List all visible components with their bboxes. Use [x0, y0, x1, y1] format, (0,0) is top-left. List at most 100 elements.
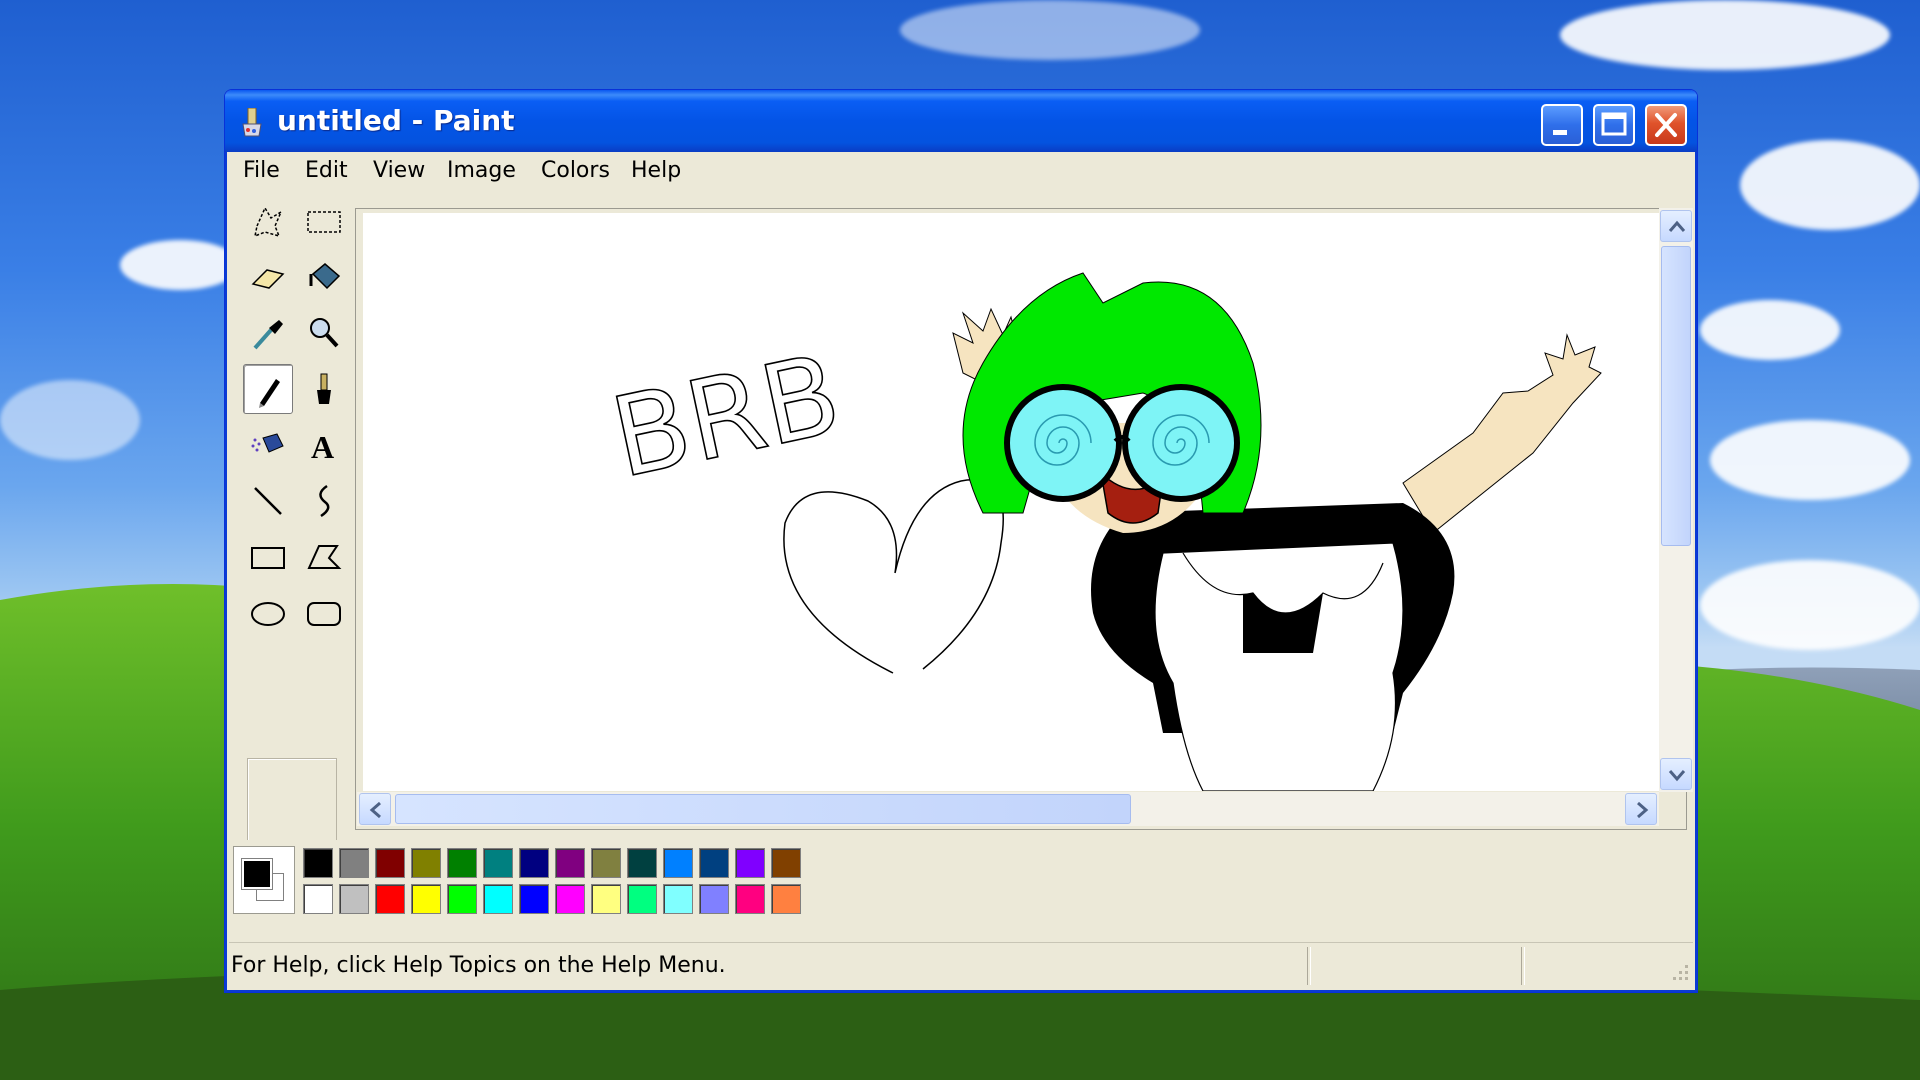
tool-rectangle[interactable] [243, 532, 293, 582]
scroll-left-button[interactable] [359, 793, 391, 825]
tool-eraser[interactable] [243, 252, 293, 302]
chevron-right-icon [1637, 801, 1649, 819]
palette-swatch[interactable] [699, 884, 729, 914]
palette-swatch[interactable] [591, 884, 621, 914]
palette-swatch[interactable] [447, 884, 477, 914]
chevron-up-icon [1668, 220, 1686, 232]
status-divider [1307, 947, 1311, 985]
menu-file[interactable]: File [243, 158, 280, 183]
free-form-select-icon [253, 206, 283, 238]
rectangle-icon [251, 547, 285, 569]
menu-bar: File Edit View Image Colors Help [229, 152, 1693, 188]
tool-ellipse[interactable] [243, 588, 293, 638]
palette-swatch[interactable] [555, 848, 585, 878]
tool-polygon[interactable] [299, 532, 349, 582]
minimize-button[interactable] [1541, 104, 1583, 146]
vertical-scroll-thumb[interactable] [1661, 246, 1691, 546]
horizontal-scroll-thumb[interactable] [395, 794, 1131, 824]
cloud [120, 240, 240, 290]
vertical-scrollbar[interactable] [1659, 208, 1693, 792]
close-button[interactable] [1645, 104, 1687, 146]
palette-swatch[interactable] [411, 884, 441, 914]
minimize-icon [1553, 130, 1567, 135]
palette-swatch[interactable] [339, 848, 369, 878]
rectangle-select-icon [307, 211, 341, 233]
foreground-color-swatch[interactable] [241, 858, 273, 890]
cloud [1710, 420, 1910, 500]
tool-fill[interactable] [299, 252, 349, 302]
palette-swatch[interactable] [699, 848, 729, 878]
polygon-icon [307, 545, 342, 569]
chevron-down-icon [1668, 770, 1686, 782]
drawing-canvas[interactable]: BRB [363, 213, 1659, 791]
close-icon [1655, 113, 1677, 137]
chevron-left-icon [369, 801, 381, 819]
canvas-drawing: BRB [601, 272, 1602, 791]
palette-swatch[interactable] [483, 884, 513, 914]
palette-swatch[interactable] [375, 848, 405, 878]
palette-swatch[interactable] [303, 848, 333, 878]
maximize-icon [1601, 112, 1627, 136]
menu-image[interactable]: Image [447, 158, 516, 183]
tool-text[interactable]: A [299, 420, 349, 470]
fill-bucket-icon [309, 263, 341, 290]
tool-rounded-rectangle[interactable] [299, 588, 349, 638]
paint-brush-icon [242, 108, 262, 137]
tool-free-form-select[interactable] [243, 196, 293, 246]
menu-view[interactable]: View [373, 158, 425, 183]
menu-colors[interactable]: Colors [541, 158, 610, 183]
palette-swatch[interactable] [663, 848, 693, 878]
cloud [1700, 300, 1840, 360]
palette-swatch[interactable] [627, 884, 657, 914]
palette-swatch[interactable] [663, 884, 693, 914]
palette-swatch[interactable] [519, 884, 549, 914]
palette-swatch[interactable] [411, 848, 441, 878]
tool-pick-color[interactable] [243, 308, 293, 358]
menu-edit[interactable]: Edit [305, 158, 348, 183]
tool-line[interactable] [243, 476, 293, 526]
palette-swatch[interactable] [375, 884, 405, 914]
tool-pencil[interactable] [243, 364, 293, 414]
palette-swatch[interactable] [771, 884, 801, 914]
palette-swatch[interactable] [339, 884, 369, 914]
rounded-rectangle-icon [307, 602, 341, 626]
current-colors[interactable] [233, 846, 295, 914]
palette-swatch[interactable] [447, 848, 477, 878]
palette-swatch[interactable] [771, 848, 801, 878]
palette-swatch[interactable] [735, 884, 765, 914]
tool-brush[interactable] [299, 364, 349, 414]
menu-help[interactable]: Help [631, 158, 681, 183]
ellipse-icon [251, 602, 285, 626]
line-icon [254, 487, 282, 515]
resize-grip-icon[interactable] [1669, 961, 1691, 983]
scroll-right-button[interactable] [1625, 793, 1657, 825]
tool-magnifier[interactable] [299, 308, 349, 358]
palette-swatch[interactable] [303, 884, 333, 914]
title-bar[interactable]: untitled - Paint [225, 90, 1697, 152]
curve-icon [319, 484, 330, 518]
palette-swatch[interactable] [735, 848, 765, 878]
eraser-icon [251, 269, 285, 289]
window-title: untitled - Paint [277, 104, 515, 137]
cloud [900, 0, 1200, 60]
maximize-button[interactable] [1593, 104, 1635, 146]
cloud [0, 380, 140, 460]
cloud [1740, 140, 1920, 230]
status-bar: For Help, click Help Topics on the Help … [229, 942, 1693, 989]
palette-swatch[interactable] [591, 848, 621, 878]
pick-color-icon [253, 320, 283, 350]
palette-swatch[interactable] [627, 848, 657, 878]
scroll-down-button[interactable] [1660, 758, 1692, 790]
palette-swatch[interactable] [519, 848, 549, 878]
tool-rectangle-select[interactable] [299, 196, 349, 246]
palette-swatch[interactable] [555, 884, 585, 914]
palette-swatch[interactable] [483, 848, 513, 878]
color-palette [229, 840, 1693, 932]
scroll-up-button[interactable] [1660, 210, 1692, 242]
horizontal-scrollbar[interactable] [357, 792, 1659, 826]
tool-airbrush[interactable] [243, 420, 293, 470]
svg-text:A: A [311, 429, 334, 465]
magnifier-icon [310, 318, 339, 348]
cloud [1560, 0, 1890, 70]
tool-curve[interactable] [299, 476, 349, 526]
